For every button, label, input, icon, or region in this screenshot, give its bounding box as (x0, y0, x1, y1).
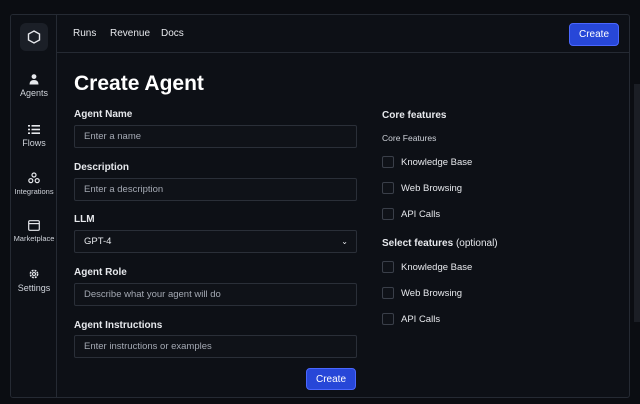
agent-role-label: Agent Role (74, 267, 127, 278)
checkbox-label: Knowledge Base (401, 261, 473, 273)
sidebar-item-label: Marketplace (13, 234, 55, 243)
checkbox-box[interactable] (382, 287, 394, 299)
sidebar-item-flows[interactable]: Flows (11, 124, 57, 148)
description-input[interactable]: Enter a description (74, 178, 357, 201)
nodes-icon (28, 172, 40, 184)
agent-instructions-input[interactable]: Enter instructions or examples (74, 335, 357, 358)
window-edge (634, 84, 640, 322)
hexagon-logo-icon (27, 30, 41, 44)
description-label: Description (74, 162, 130, 173)
agent-instructions-label: Agent Instructions (74, 320, 163, 331)
optional-tag: (optional) (455, 238, 498, 249)
app-logo[interactable] (20, 23, 48, 51)
app-window: Agents Flows Integrations Marketplace Se… (10, 14, 630, 398)
nav-link-docs[interactable]: Docs (161, 28, 184, 39)
core-feature-knowledge-base-checkbox[interactable]: Knowledge Base (382, 156, 472, 168)
user-icon (29, 74, 39, 85)
checkbox-label: API Calls (401, 313, 441, 325)
create-button[interactable]: Create (569, 23, 619, 46)
checkbox-label: Knowledge Base (401, 156, 473, 168)
select-features-heading: Select features (optional) (382, 238, 498, 249)
gear-icon (29, 269, 39, 279)
core-feature-web-browsing-checkbox[interactable]: Web Browsing (382, 182, 462, 194)
sidebar-item-label: Settings (17, 283, 51, 293)
checkbox-box[interactable] (382, 156, 394, 168)
checkbox-box[interactable] (382, 208, 394, 220)
core-feature-api-calls-checkbox[interactable]: API Calls (382, 208, 440, 220)
checkbox-label: Web Browsing (401, 182, 463, 194)
checkbox-label: API Calls (401, 208, 441, 220)
agent-instructions-placeholder: Enter instructions or examples (84, 341, 212, 352)
page-title: Create Agent (74, 72, 204, 95)
agent-role-input[interactable]: Describe what your agent will do (74, 283, 357, 306)
agent-role-placeholder: Describe what your agent will do (84, 289, 221, 300)
core-features-heading: Core features (382, 110, 447, 121)
sidebar-item-label: Integrations (14, 187, 54, 196)
core-features-subtitle: Core Features (382, 133, 437, 143)
checkbox-box[interactable] (382, 182, 394, 194)
select-feature-knowledge-base-checkbox[interactable]: Knowledge Base (382, 261, 472, 273)
select-feature-api-calls-checkbox[interactable]: API Calls (382, 313, 440, 325)
nav-link-runs[interactable]: Runs (73, 28, 96, 39)
sidebar: Agents Flows Integrations Marketplace Se… (11, 15, 57, 397)
checkbox-box[interactable] (382, 261, 394, 273)
agent-name-label: Agent Name (74, 109, 133, 120)
llm-selected-value: GPT-4 (84, 236, 112, 247)
checkbox-label: Web Browsing (401, 287, 463, 299)
chevron-down-icon: ⌄ (341, 237, 348, 246)
agent-name-input[interactable]: Enter a name (74, 125, 357, 148)
checkbox-box[interactable] (382, 313, 394, 325)
sidebar-item-settings[interactable]: Settings (11, 268, 57, 293)
sidebar-item-marketplace[interactable]: Marketplace (11, 220, 57, 243)
form-create-button[interactable]: Create (306, 368, 356, 390)
sidebar-item-label: Agents (19, 88, 49, 98)
agent-name-placeholder: Enter a name (84, 131, 142, 142)
list-icon (28, 125, 40, 134)
llm-select[interactable]: GPT-4 ⌄ (74, 230, 357, 253)
browser-icon (28, 220, 40, 231)
description-placeholder: Enter a description (84, 184, 164, 195)
top-navigation-bar: Runs Revenue Docs Create (57, 15, 629, 53)
nav-link-revenue[interactable]: Revenue (110, 28, 150, 39)
select-features-title: Select features (382, 238, 454, 249)
sidebar-item-agents[interactable]: Agents (11, 73, 57, 98)
sidebar-item-label: Flows (22, 138, 46, 148)
llm-label: LLM (74, 214, 95, 225)
select-feature-web-browsing-checkbox[interactable]: Web Browsing (382, 287, 462, 299)
sidebar-item-integrations[interactable]: Integrations (11, 172, 57, 196)
